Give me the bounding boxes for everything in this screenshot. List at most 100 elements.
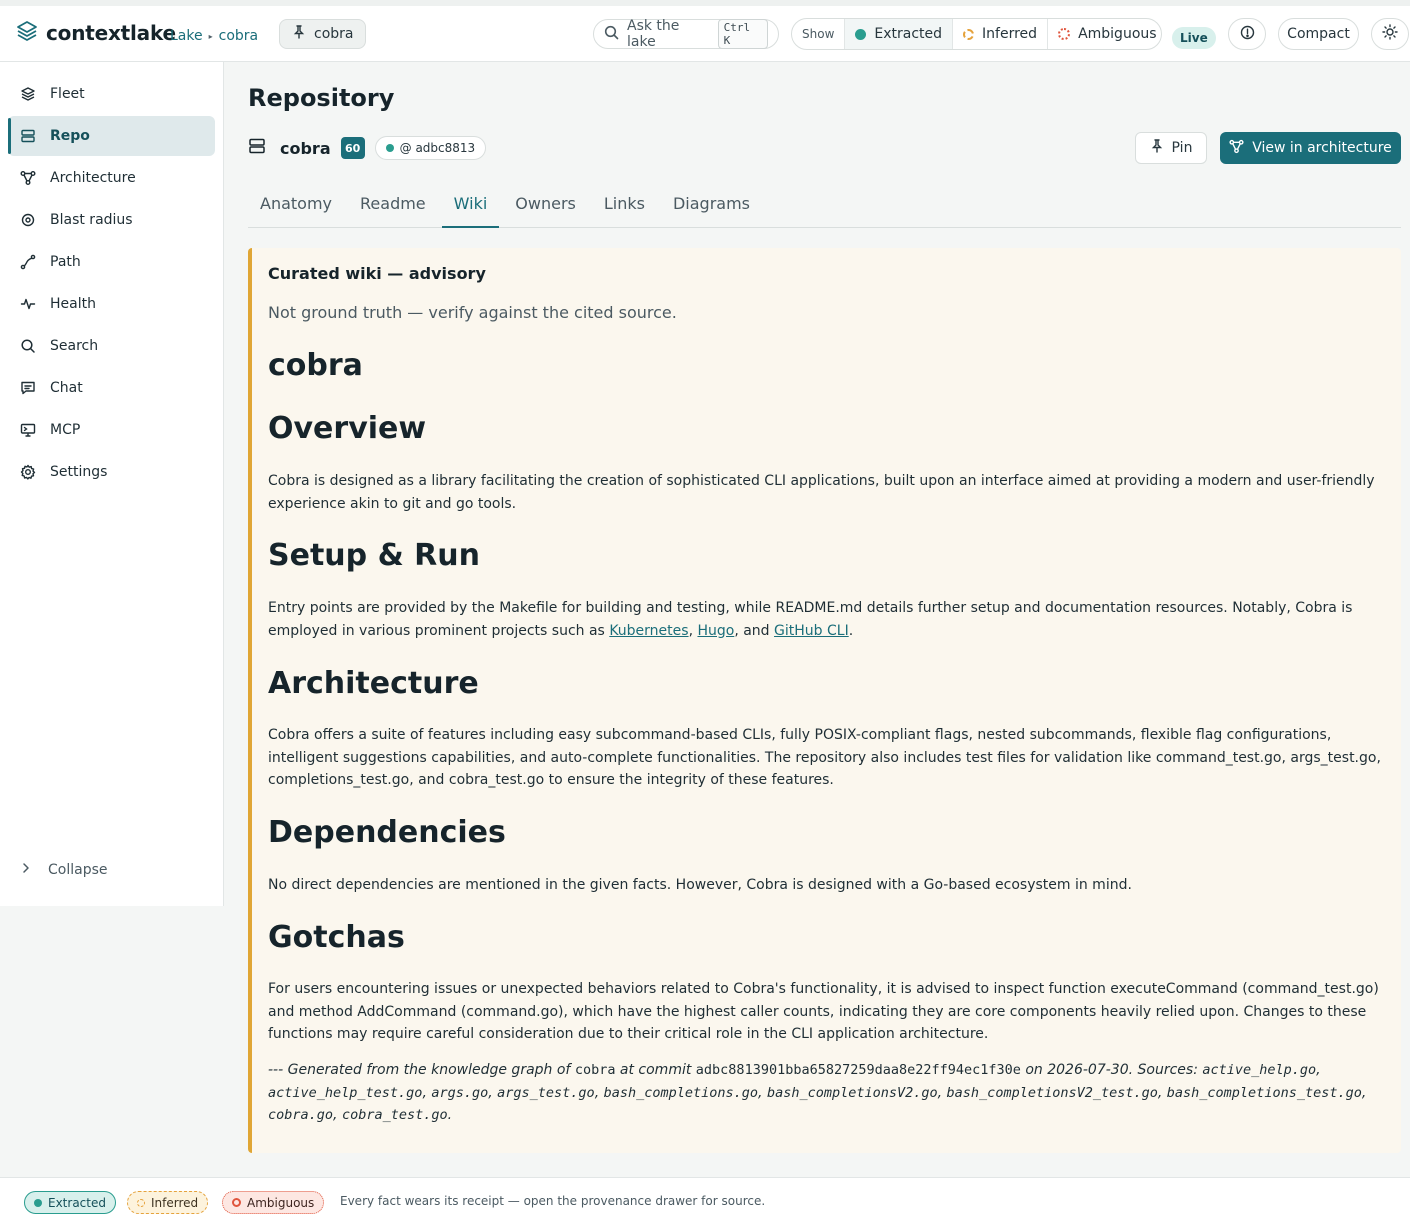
search-icon bbox=[604, 25, 619, 44]
note-at-commit: at commit bbox=[615, 1062, 696, 1078]
source-file: args_test.go bbox=[497, 1084, 595, 1101]
view-in-architecture-button[interactable]: View in architecture bbox=[1220, 132, 1401, 164]
sidebar-item-fleet[interactable]: Fleet bbox=[8, 74, 215, 114]
source-file: bash_completionsV2_test.go bbox=[946, 1084, 1158, 1101]
server-icon bbox=[248, 137, 266, 159]
info-icon bbox=[1240, 25, 1255, 44]
filter-extracted[interactable]: Extracted bbox=[845, 19, 954, 49]
generation-note: --- Generated from the knowledge graph o… bbox=[268, 1062, 1367, 1123]
tab-owners[interactable]: Owners bbox=[503, 186, 588, 228]
link-github-cli[interactable]: GitHub CLI bbox=[774, 623, 849, 639]
target-icon bbox=[20, 212, 36, 228]
link-kubernetes[interactable]: Kubernetes bbox=[609, 623, 688, 639]
gotchas-heading: Gotchas bbox=[268, 920, 405, 955]
link-hugo[interactable]: Hugo bbox=[697, 623, 734, 639]
sidebar-item-label: Health bbox=[50, 296, 96, 312]
breadcrumb-cobra[interactable]: cobra bbox=[219, 28, 258, 44]
overview-heading: Overview bbox=[268, 411, 427, 446]
layers-icon bbox=[20, 86, 36, 102]
sidebar-item-mcp[interactable]: MCP bbox=[8, 410, 215, 450]
pin-icon bbox=[1150, 139, 1164, 157]
extracted-dot-icon bbox=[855, 28, 867, 40]
server-icon bbox=[20, 128, 36, 144]
tab-wiki[interactable]: Wiki bbox=[441, 186, 500, 228]
sidebar-item-architecture[interactable]: Architecture bbox=[8, 158, 215, 198]
show-label: Show bbox=[792, 19, 846, 49]
breadcrumb-lake[interactable]: Lake bbox=[170, 28, 203, 44]
tab-links[interactable]: Links bbox=[592, 186, 657, 228]
extracted-dot-icon bbox=[385, 144, 394, 152]
health-score-badge: 60 bbox=[340, 137, 365, 159]
pinned-repo-label: cobra bbox=[314, 26, 354, 42]
architecture-heading: Architecture bbox=[268, 666, 479, 701]
sidebar-item-blast-radius[interactable]: Blast radius bbox=[8, 200, 215, 240]
sidebar-item-label: MCP bbox=[50, 422, 81, 438]
pin-button[interactable]: Pin bbox=[1135, 132, 1207, 164]
commit-chip[interactable]: @ adbc8813 bbox=[374, 136, 487, 160]
gear-icon bbox=[20, 464, 36, 480]
sidebar-item-label: Search bbox=[50, 338, 99, 354]
sidebar-item-label: Architecture bbox=[50, 170, 136, 186]
sidebar-item-repo[interactable]: Repo bbox=[8, 116, 215, 156]
note-end: . bbox=[447, 1107, 453, 1123]
inferred-dot-icon bbox=[963, 28, 975, 40]
sidebar-item-settings[interactable]: Settings bbox=[8, 452, 215, 492]
ambiguous-dot-icon bbox=[232, 1198, 241, 1207]
overview-text: Cobra is designed as a library facilitat… bbox=[268, 473, 1375, 512]
sidebar-item-label: Fleet bbox=[50, 86, 85, 102]
dependencies-heading: Dependencies bbox=[268, 815, 506, 850]
repo-tabs: Anatomy Readme Wiki Owners Links Diagram… bbox=[248, 186, 1401, 228]
brand[interactable]: contextlake bbox=[16, 20, 176, 46]
sidebar: Fleet Repo Architecture Blast radius Pat… bbox=[0, 62, 224, 906]
sidebar-item-label: Blast radius bbox=[50, 212, 133, 228]
top-header: contextlake Lake ▸ cobra cobra Ask the l… bbox=[0, 6, 1410, 62]
filter-inferred-label: Inferred bbox=[982, 26, 1038, 42]
source-file: active_help_test.go bbox=[268, 1084, 423, 1101]
filter-ambiguous[interactable]: Ambiguous bbox=[1048, 19, 1161, 49]
source-file: active_help.go bbox=[1202, 1062, 1317, 1078]
chat-icon bbox=[20, 380, 36, 396]
note-repo: cobra bbox=[574, 1062, 616, 1078]
source-file: cobra.go bbox=[268, 1107, 334, 1123]
ask-the-lake-search[interactable]: Ask the lake Ctrl K bbox=[593, 18, 779, 50]
app-name: contextlake bbox=[46, 21, 176, 45]
sidebar-item-health[interactable]: Health bbox=[8, 284, 215, 324]
search-placeholder: Ask the lake bbox=[627, 18, 680, 50]
source-file: bash_completions.go bbox=[603, 1084, 759, 1101]
provenance-filter: Show Extracted Inferred Ambiguous bbox=[791, 18, 1162, 50]
gotchas-text: For users encountering issues or unexpec… bbox=[268, 981, 1379, 1042]
legend-ambiguous: Ambiguous bbox=[222, 1191, 325, 1214]
repo-header: cobra 60 @ adbc8813 bbox=[248, 136, 487, 160]
advisory-title: Curated wiki — advisory bbox=[268, 264, 486, 283]
graph-icon bbox=[20, 170, 36, 186]
search-shortcut: Ctrl K bbox=[717, 19, 768, 49]
filter-inferred[interactable]: Inferred bbox=[953, 19, 1049, 49]
architecture-text: Cobra offers a suite of features includi… bbox=[268, 727, 1381, 788]
sidebar-item-label: Repo bbox=[50, 128, 90, 144]
tab-diagrams[interactable]: Diagrams bbox=[661, 186, 762, 228]
sidebar-item-path[interactable]: Path bbox=[8, 242, 215, 282]
sidebar-item-chat[interactable]: Chat bbox=[8, 368, 215, 408]
tab-readme[interactable]: Readme bbox=[348, 186, 438, 228]
legend-inferred-label: Inferred bbox=[151, 1195, 199, 1210]
pinned-repo-chip[interactable]: cobra bbox=[279, 19, 367, 49]
source-file: bash_completions_test.go bbox=[1166, 1084, 1362, 1101]
repo-name: cobra bbox=[280, 138, 331, 158]
collapse-sidebar-button[interactable]: Collapse bbox=[20, 862, 108, 878]
graph-icon bbox=[1229, 139, 1244, 158]
ambiguous-dot-icon bbox=[1058, 28, 1071, 40]
commit-label: @ adbc8813 bbox=[399, 141, 476, 155]
sidebar-item-search[interactable]: Search bbox=[8, 326, 215, 366]
pin-icon bbox=[292, 25, 306, 43]
tab-anatomy[interactable]: Anatomy bbox=[248, 186, 344, 228]
logo-layers-icon bbox=[16, 20, 38, 46]
theme-toggle-button[interactable] bbox=[1371, 18, 1409, 50]
collapse-label: Collapse bbox=[48, 862, 108, 878]
legend-extracted: Extracted bbox=[24, 1191, 116, 1214]
wiki-title: cobra bbox=[268, 348, 363, 383]
sidebar-nav: Fleet Repo Architecture Blast radius Pat… bbox=[8, 74, 215, 494]
compact-button[interactable]: Compact bbox=[1278, 18, 1359, 50]
info-button[interactable] bbox=[1228, 18, 1266, 50]
source-file: cobra_test.go bbox=[341, 1107, 448, 1123]
view-in-architecture-label: View in architecture bbox=[1252, 140, 1392, 156]
